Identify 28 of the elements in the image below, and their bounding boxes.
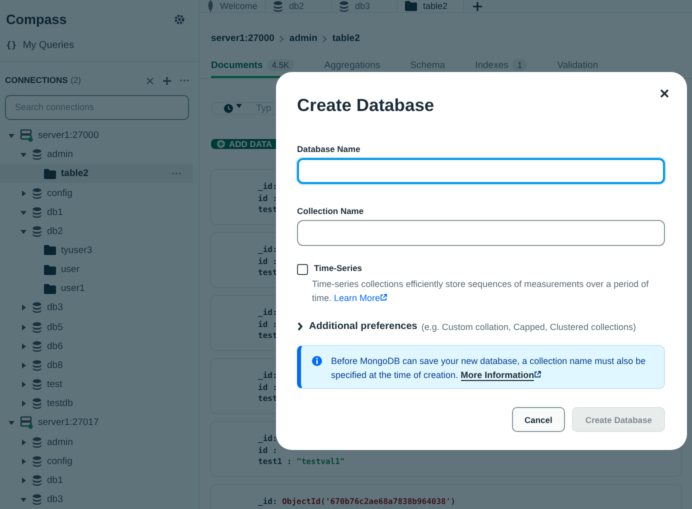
field-label: Database Name [297,144,362,154]
checkbox-label: Time-Series [314,263,362,275]
document-field: _id: [258,244,278,256]
document-field: _id: ObjectId('670b76c2ae68a7838b964038') [258,496,456,508]
preferences-hint: (e.g. Custom collation, Capped, Clustered collections) [421,322,636,332]
description-text: Time-series collections efficiently store sequences of measurements over a period of time. Learn More [312,278,650,305]
document-field: test [258,204,278,216]
document-field: _id: [258,307,278,318]
document-field: _id: [258,433,278,444]
document-field: test [258,267,278,278]
document-field: id : [258,382,278,393]
callout-text: Before MongoDB can save your new database, a collection name must also be specified at the time of creation. More Information [331,355,647,382]
connections-heading: CONNECTIONS (2) [5,75,81,86]
count-badge: 4.5K [266,59,294,71]
document-field: _id: [258,370,278,382]
document-field: id : [258,444,278,456]
document-field: test1 : "testval1" [258,456,345,468]
braces-icon: {} [6,40,17,50]
document-field: _id: [258,181,278,192]
document-field: id : [258,192,278,204]
document-field: id : [258,256,278,267]
field-label: Collection Name [297,206,365,216]
app-title: Compass [6,12,67,26]
count-badge: 1 [512,59,528,71]
document-field: id : [258,318,278,330]
document-field: test [258,393,278,404]
document-field: test [258,330,278,342]
dialog-title: Create Database [297,95,434,116]
